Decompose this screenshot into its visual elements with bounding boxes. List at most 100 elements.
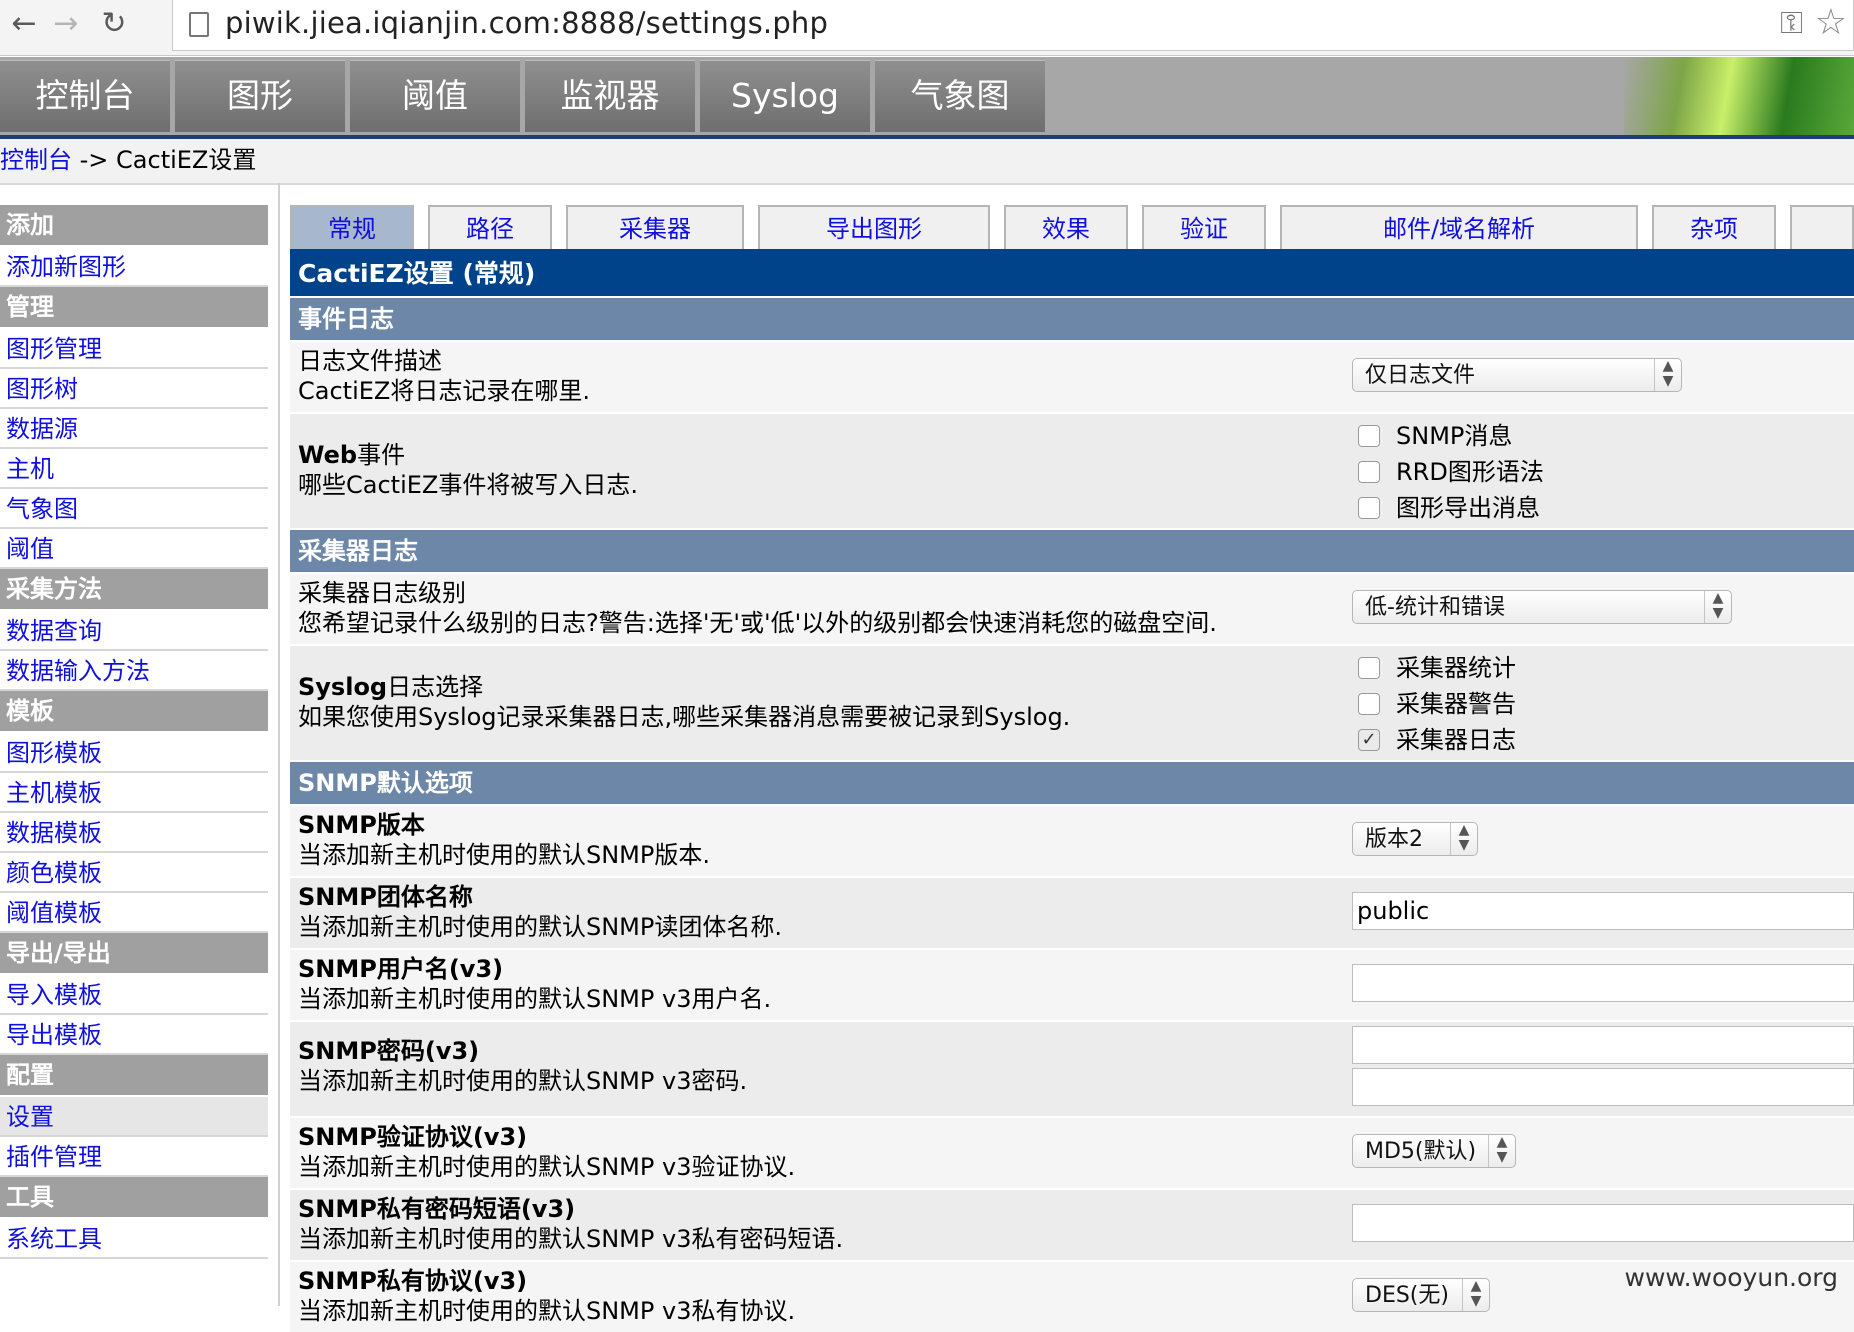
- tab-visual[interactable]: 效果: [1004, 205, 1128, 249]
- checkbox-option[interactable]: SNMP消息: [1352, 418, 1544, 454]
- snmp-username-input[interactable]: [1352, 964, 1854, 1002]
- setting-title: SNMP用户名(v3): [298, 954, 771, 984]
- tab-poller[interactable]: 采集器: [566, 205, 744, 249]
- section-header-event-log: 事件日志: [290, 296, 1854, 340]
- sidebar-header: 模板: [0, 691, 268, 731]
- sidebar-item[interactable]: 图形树: [0, 369, 268, 409]
- address-bar[interactable]: piwik.jiea.iqianjin.com:8888/settings.ph…: [172, 0, 1854, 51]
- setting-title-rest: 私有密码短语(v3): [376, 1195, 576, 1223]
- breadcrumb-current: CactiEZ设置: [116, 146, 257, 174]
- checkbox-label: RRD图形语法: [1396, 458, 1544, 486]
- checkbox-checked-icon[interactable]: ✓: [1358, 729, 1380, 751]
- topnav-tab-monitor[interactable]: 监视器: [525, 60, 695, 132]
- checkbox-label: 采集器日志: [1396, 726, 1516, 754]
- checkbox-option[interactable]: RRD图形语法: [1352, 454, 1544, 490]
- panel-title: CactiEZ设置 (常规): [290, 252, 1854, 296]
- setting-description: 当添加新主机时使用的默认SNMP读团体名称.: [298, 913, 782, 941]
- sidebar-item[interactable]: 数据源: [0, 409, 268, 449]
- breadcrumb-separator: ->: [72, 146, 117, 174]
- sidebar-header: 管理: [0, 287, 268, 327]
- snmp-password-confirm-input[interactable]: [1352, 1068, 1854, 1106]
- chevron-updown-icon: ▲ ▼: [1704, 591, 1731, 623]
- sidebar-item[interactable]: 图形模板: [0, 733, 268, 773]
- checkbox-unchecked-icon[interactable]: [1358, 425, 1380, 447]
- bookmark-star-icon[interactable]: ☆: [1815, 2, 1847, 43]
- topnav-tab-weathermap[interactable]: 气象图: [875, 60, 1045, 132]
- setting-title-bold: SNMP: [298, 1195, 377, 1223]
- poller-log-level-select[interactable]: 低-统计和错误 ▲ ▼: [1352, 590, 1732, 624]
- setting-title: SNMP团体名称: [298, 882, 782, 912]
- topnav-tab-console[interactable]: 控制台: [0, 60, 170, 132]
- sidebar-item[interactable]: 气象图: [0, 489, 268, 529]
- tab-mail-dns[interactable]: 邮件/域名解析: [1280, 205, 1638, 249]
- checkbox-option[interactable]: ✓ 采集器日志: [1352, 722, 1516, 758]
- setting-row-snmp-username: SNMP用户名(v3) 当添加新主机时使用的默认SNMP v3用户名.: [290, 948, 1854, 1020]
- sidebar-item[interactable]: 设置: [0, 1097, 268, 1137]
- setting-title: SNMP验证协议(v3): [298, 1122, 795, 1152]
- tab-graph-export[interactable]: 导出图形: [758, 205, 990, 249]
- setting-row-snmp-privacy-protocol: SNMP私有协议(v3) 当添加新主机时使用的默认SNMP v3私有协议. DE…: [290, 1260, 1854, 1332]
- snmp-auth-protocol-select[interactable]: MD5(默认) ▲ ▼: [1352, 1134, 1516, 1168]
- topnav-tab-syslog[interactable]: Syslog: [700, 60, 870, 132]
- snmp-version-select[interactable]: 版本2 ▲ ▼: [1352, 822, 1478, 856]
- tab-more[interactable]: [1790, 205, 1854, 249]
- sidebar-item[interactable]: 导入模板: [0, 975, 268, 1015]
- forward-button[interactable]: →: [46, 4, 86, 44]
- tab-misc[interactable]: 杂项: [1652, 205, 1776, 249]
- snmp-password-input[interactable]: [1352, 1026, 1854, 1064]
- tab-authentication[interactable]: 验证: [1142, 205, 1266, 249]
- setting-title-rest: 日志选择: [387, 673, 484, 701]
- sidebar-item[interactable]: 主机模板: [0, 773, 268, 813]
- setting-title-rest: 密码(v3): [376, 1037, 480, 1065]
- sidebar-item[interactable]: 数据模板: [0, 813, 268, 853]
- setting-title-bold: SNMP: [298, 1123, 377, 1151]
- brand-banner: [1624, 57, 1854, 135]
- setting-description: 当添加新主机时使用的默认SNMP v3验证协议.: [298, 1153, 796, 1181]
- sidebar-item[interactable]: 数据查询: [0, 611, 268, 651]
- chevron-updown-icon: ▲ ▼: [1450, 823, 1477, 855]
- log-destination-select[interactable]: 仅日志文件 ▲ ▼: [1352, 358, 1682, 392]
- sidebar-header: 配置: [0, 1055, 268, 1095]
- checkbox-unchecked-icon[interactable]: [1358, 461, 1380, 483]
- setting-title-rest: 验证协议(v3): [376, 1123, 528, 1151]
- topnav-tab-thresholds[interactable]: 阈值: [350, 60, 520, 132]
- sidebar-item[interactable]: 图形管理: [0, 329, 268, 369]
- snmp-privacy-protocol-select[interactable]: DES(无) ▲ ▼: [1352, 1278, 1490, 1312]
- watermark: www.wooyun.org: [1624, 1263, 1838, 1292]
- key-icon[interactable]: ⚿: [1780, 6, 1803, 41]
- url-text[interactable]: piwik.jiea.iqianjin.com:8888/settings.ph…: [225, 6, 828, 40]
- back-button[interactable]: ←: [4, 4, 44, 44]
- reload-button[interactable]: ↻: [94, 4, 134, 44]
- sidebar-item[interactable]: 系统工具: [0, 1219, 268, 1259]
- topnav-tab-graphs[interactable]: 图形: [175, 60, 345, 132]
- setting-row-snmp-version: SNMP版本 当添加新主机时使用的默认SNMP版本. 版本2 ▲ ▼: [290, 804, 1854, 876]
- checkbox-unchecked-icon[interactable]: [1358, 497, 1380, 519]
- checkbox-option[interactable]: 采集器统计: [1352, 650, 1516, 686]
- checkbox-label: 图形导出消息: [1396, 494, 1540, 522]
- setting-row-log-destination: 日志文件描述 CactiEZ将日志记录在哪里. 仅日志文件 ▲ ▼: [290, 340, 1854, 412]
- tab-paths[interactable]: 路径: [428, 205, 552, 249]
- checkbox-label: 采集器统计: [1396, 654, 1516, 682]
- checkbox-unchecked-icon[interactable]: [1358, 657, 1380, 679]
- snmp-passphrase-input[interactable]: [1352, 1204, 1854, 1242]
- sidebar-item[interactable]: 数据输入方法: [0, 651, 268, 691]
- setting-row-web-events: Web事件 哪些CactiEZ事件将被写入日志. SNMP消息 RRD图形语法 图形…: [290, 412, 1854, 528]
- breadcrumb-console-link[interactable]: 控制台: [0, 146, 72, 174]
- sidebar-item[interactable]: 导出模板: [0, 1015, 268, 1055]
- back-arrow-icon: ←: [11, 6, 37, 41]
- setting-description: 当添加新主机时使用的默认SNMP v3私有协议.: [298, 1297, 796, 1325]
- sidebar-item[interactable]: 阈值: [0, 529, 268, 569]
- checkbox-option[interactable]: 采集器警告: [1352, 686, 1516, 722]
- setting-row-poller-log-level: 采集器日志级别 您希望记录什么级别的日志?警告:选择'无'或'低'以外的级别都会…: [290, 572, 1854, 644]
- snmp-community-input[interactable]: public: [1352, 892, 1854, 930]
- checkbox-option[interactable]: 图形导出消息: [1352, 490, 1544, 526]
- section-header-poller-log: 采集器日志: [290, 528, 1854, 572]
- sidebar-item[interactable]: 添加新图形: [0, 247, 268, 287]
- sidebar-item[interactable]: 插件管理: [0, 1137, 268, 1177]
- tab-general[interactable]: 常规: [290, 205, 414, 249]
- setting-description: 如果您使用Syslog记录采集器日志,哪些采集器消息需要被记录到Syslog.: [298, 703, 1071, 731]
- checkbox-unchecked-icon[interactable]: [1358, 693, 1380, 715]
- sidebar-item[interactable]: 颜色模板: [0, 853, 268, 893]
- sidebar-item[interactable]: 阈值模板: [0, 893, 268, 933]
- sidebar-item[interactable]: 主机: [0, 449, 268, 489]
